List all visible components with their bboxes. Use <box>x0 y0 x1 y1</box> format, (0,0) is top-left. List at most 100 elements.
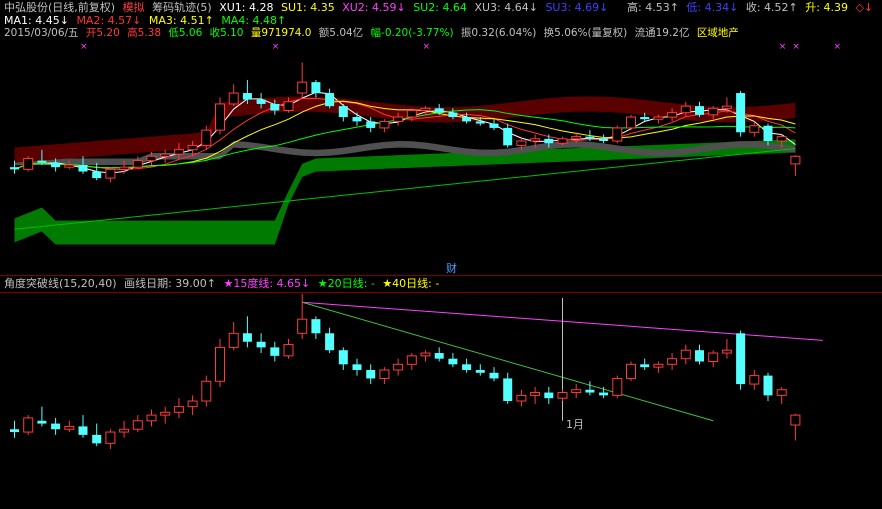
lower-candle <box>516 394 527 402</box>
lower-candle <box>51 423 61 430</box>
upper-candle <box>297 81 308 94</box>
quote-change: 幅-0.20(-3.77%) <box>370 27 454 39</box>
lower-candle <box>708 352 719 362</box>
upper-candle <box>325 93 335 107</box>
upper-candle <box>283 101 294 111</box>
lower-candle <box>462 364 472 370</box>
upper-candle <box>599 138 609 142</box>
upper-candle <box>530 138 541 142</box>
lower-title[interactable]: 角度突破线(15,20,40) <box>4 277 117 290</box>
upper-candle <box>23 157 34 170</box>
lower-candle <box>640 364 650 368</box>
lower-candle <box>311 319 321 334</box>
x-markers: × × × × × × <box>80 42 841 52</box>
lower-candle <box>721 349 732 354</box>
xu1-value: XU1: 4.28 <box>219 1 274 14</box>
upper-candle <box>667 112 678 118</box>
upper-candle <box>653 116 664 120</box>
low-value: 低: 4.34↓ <box>686 1 739 14</box>
upper-candle <box>763 125 773 142</box>
upper-candle <box>311 82 321 94</box>
upper-candle <box>201 129 212 146</box>
finance-mark[interactable]: 财 <box>446 260 457 276</box>
upper-candle <box>393 116 404 122</box>
lower-candle <box>10 429 19 433</box>
upper-candle <box>10 167 19 170</box>
lower-candle <box>215 346 225 382</box>
quote-sector[interactable]: 区域地产 <box>697 27 739 39</box>
upper-candle <box>721 105 732 109</box>
lower-candle <box>599 392 609 396</box>
lower-candle <box>297 318 308 334</box>
lower-candle <box>160 411 171 416</box>
lower-candle <box>338 350 348 365</box>
upper-candle <box>448 112 458 118</box>
lower-candle <box>571 389 582 394</box>
lower-candle <box>366 369 376 379</box>
lower-candle <box>173 406 184 413</box>
diamond-icon: ◇↓ <box>855 1 874 14</box>
lower-candle <box>763 375 773 396</box>
kline-chart[interactable]: × × × × × × <box>0 0 882 509</box>
quote-amount: 额5.04亿 <box>318 27 364 39</box>
upper-candle <box>132 160 143 168</box>
upper-candle <box>270 103 280 111</box>
upper-candle <box>173 149 184 155</box>
lower-candle <box>92 434 102 444</box>
header-row: 中弘股份(日线,前复权) 模拟 筹码轨迹(5) XU1: 4.28 SU1: 4… <box>4 1 612 15</box>
upper-candle <box>37 160 47 163</box>
quote-turnover: 换5.06%(量复权) <box>543 27 628 39</box>
quote-close: 收5.10 <box>209 27 244 39</box>
upper-candle <box>475 121 485 124</box>
upper-candle <box>544 138 554 144</box>
lower-candle <box>448 358 458 365</box>
x-marker: × <box>272 42 280 52</box>
lower-candle <box>475 369 485 373</box>
lower-candle <box>119 428 130 433</box>
quote-low: 低5.06 <box>168 27 203 39</box>
lower-candle <box>256 341 266 348</box>
stock-title[interactable]: 中弘股份(日线,前复权) <box>4 1 115 14</box>
indicator-name[interactable]: 筹码轨迹(5) <box>152 1 212 14</box>
upper-candle <box>776 136 787 142</box>
lower-candle <box>37 420 47 424</box>
upper-candle <box>640 117 650 120</box>
upper-candle <box>64 164 75 168</box>
lower-candle <box>379 369 390 379</box>
upper-candle <box>78 164 88 172</box>
upper-candle <box>406 109 417 118</box>
upper-candle <box>352 117 362 122</box>
lower-candle <box>626 363 636 379</box>
lower-candle <box>667 358 678 365</box>
lower-candle <box>420 352 431 357</box>
lower-candle <box>503 378 513 402</box>
mode-badge[interactable]: 模拟 <box>123 1 145 14</box>
xu3-value: XU3: 4.64↓ <box>474 1 538 14</box>
upper-candle <box>489 123 499 128</box>
upper-candle <box>462 117 472 122</box>
quote-float: 流通19.2亿 <box>634 27 690 39</box>
lower-candle <box>544 392 554 399</box>
lower-candle <box>283 344 294 357</box>
line20-value: ★20日线: - <box>317 277 375 290</box>
quote-volume: 量971974.0 <box>250 27 312 39</box>
upper-candle <box>557 138 568 144</box>
upper-candle <box>256 99 266 104</box>
close-value: 收: 4.52↑ <box>745 1 798 14</box>
lower-header: 角度突破线(15,20,40) 画线日期: 39.00↑ ★15度线: 4.65… <box>4 277 443 291</box>
lower-candle <box>187 400 198 408</box>
lower-candle <box>352 364 362 370</box>
upper-candle <box>695 106 704 115</box>
upper-candle <box>626 116 636 129</box>
lower-candle <box>105 431 116 444</box>
upper-candle <box>571 136 582 140</box>
lower-candle <box>270 347 280 356</box>
upper-candle <box>585 136 595 139</box>
lower-candle <box>242 333 252 342</box>
quote-open: 开5.20 <box>85 27 120 39</box>
upper-candle <box>420 107 431 111</box>
upper-candle <box>434 108 444 113</box>
upper-candle <box>119 166 130 170</box>
upper-candle <box>215 103 225 131</box>
upper-candle <box>708 107 719 116</box>
